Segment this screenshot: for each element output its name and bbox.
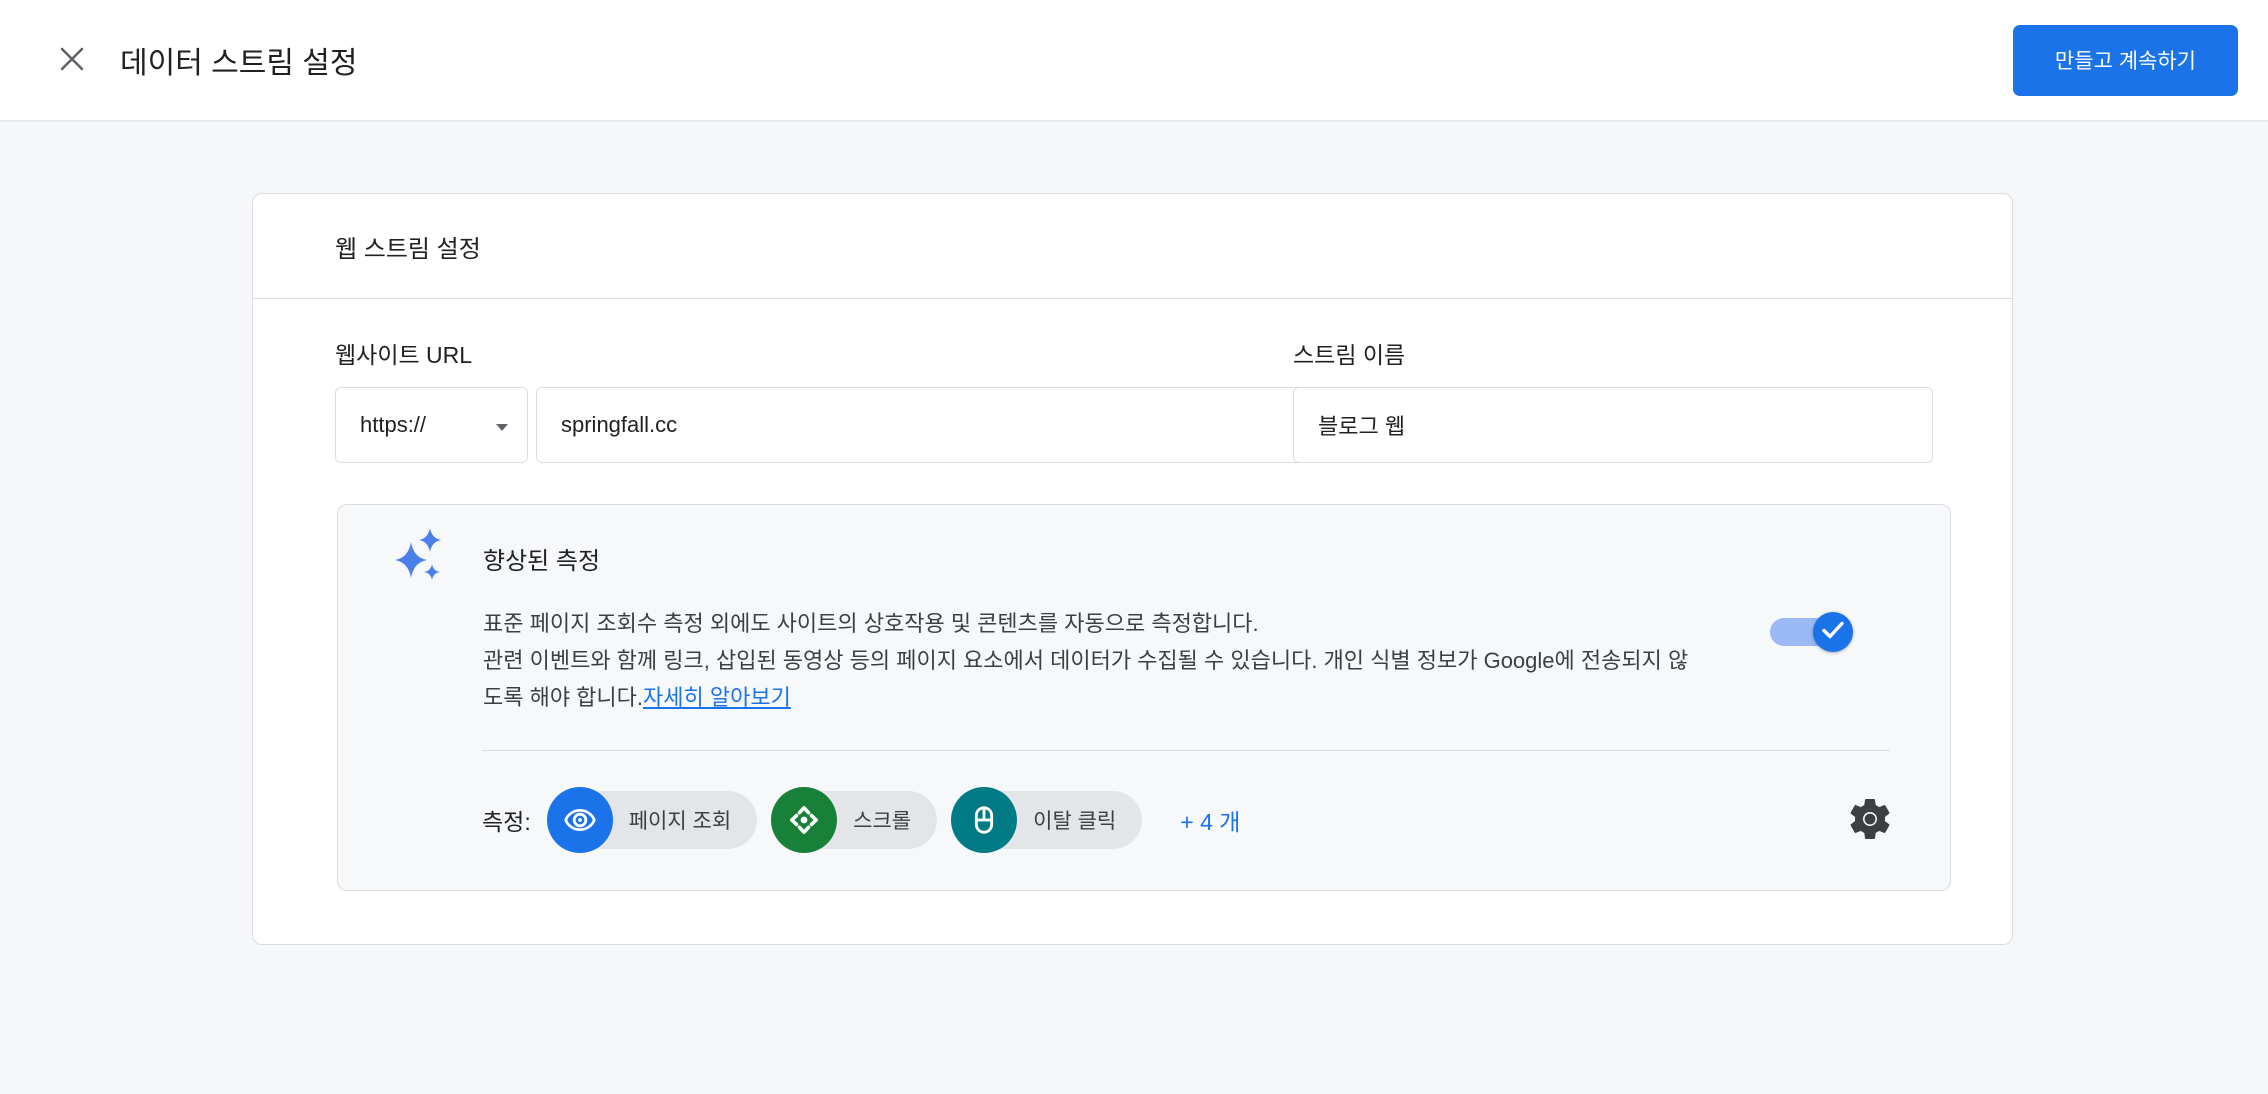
close-icon <box>55 42 89 79</box>
toggle-thumb <box>1813 612 1853 652</box>
more-count-link[interactable]: + 4 개 <box>1180 803 1240 837</box>
close-button[interactable] <box>50 38 94 82</box>
page-title: 데이터 스트림 설정 <box>120 38 357 82</box>
stream-name-label: 스트림 이름 <box>1293 336 1933 370</box>
enhanced-measurement-card: 향상된 측정 표준 페이지 조회수 측정 외에도 사이트의 상호작용 및 콘텐츠… <box>337 504 1951 891</box>
description-line: 관련 이벤트와 함께 링크, 삽입된 동영상 등의 페이지 요소에서 데이터가 … <box>483 642 1688 679</box>
sparkle-icon <box>394 527 446 594</box>
enhanced-measurement-title: 향상된 측정 <box>483 541 600 576</box>
description-line: 도록 해야 합니다.자세히 알아보기 <box>483 679 1688 716</box>
website-url-input[interactable] <box>536 387 1313 463</box>
website-url-label: 웹사이트 URL <box>335 336 1313 370</box>
dropdown-caret-icon <box>495 412 509 438</box>
scroll-icon <box>771 787 837 853</box>
web-stream-card: 웹 스트림 설정 웹사이트 URL https:// 스트림 이름 <box>252 193 2013 945</box>
divider <box>482 750 1890 751</box>
gear-icon <box>1846 795 1894 846</box>
measurement-chips-row: 측정: 페이지 조회 <box>482 787 1896 853</box>
top-bar: 데이터 스트림 설정 만들고 계속하기 <box>0 0 2268 122</box>
card-header: 웹 스트림 설정 <box>253 194 2012 299</box>
stream-name-group: 스트림 이름 <box>1293 336 1933 463</box>
card-title: 웹 스트림 설정 <box>335 229 481 264</box>
chip-scroll: 스크롤 <box>771 787 937 853</box>
learn-more-link[interactable]: 자세히 알아보기 <box>643 685 791 710</box>
stream-name-input[interactable] <box>1293 387 1933 463</box>
mouse-icon <box>951 787 1017 853</box>
enhanced-measurement-toggle[interactable] <box>1770 612 1849 652</box>
settings-gear-button[interactable] <box>1844 794 1896 846</box>
enhanced-measurement-description: 표준 페이지 조회수 측정 외에도 사이트의 상호작용 및 콘텐츠를 자동으로 … <box>483 605 1688 716</box>
create-continue-button[interactable]: 만들고 계속하기 <box>2013 25 2238 96</box>
protocol-value: https:// <box>360 412 426 438</box>
eye-icon <box>547 787 613 853</box>
check-icon <box>1822 621 1844 644</box>
description-line: 표준 페이지 조회수 측정 외에도 사이트의 상호작용 및 콘텐츠를 자동으로 … <box>483 605 1688 642</box>
chip-outbound-click: 이탈 클릭 <box>951 787 1142 853</box>
protocol-select[interactable]: https:// <box>335 387 528 463</box>
measurement-label: 측정: <box>482 803 531 837</box>
chip-page-view: 페이지 조회 <box>547 787 757 853</box>
website-url-group: 웹사이트 URL https:// <box>335 336 1313 463</box>
